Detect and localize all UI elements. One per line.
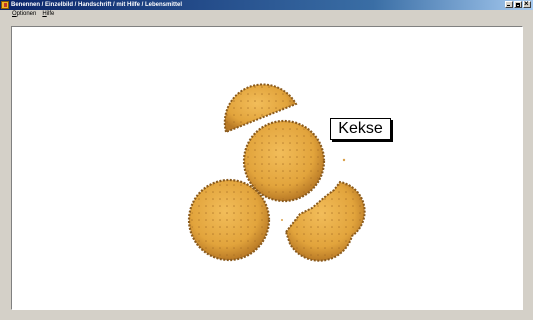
cookies-image xyxy=(187,83,366,262)
cookie-center xyxy=(242,119,326,203)
app-window: Benennen / Einzelbild / Handschrift / mi… xyxy=(0,0,533,320)
word-label[interactable]: Kekse xyxy=(330,118,391,140)
crumb xyxy=(342,158,346,162)
window-bottom-border xyxy=(0,312,533,320)
cookie-bottom-left xyxy=(187,178,271,262)
crumb xyxy=(281,219,283,221)
